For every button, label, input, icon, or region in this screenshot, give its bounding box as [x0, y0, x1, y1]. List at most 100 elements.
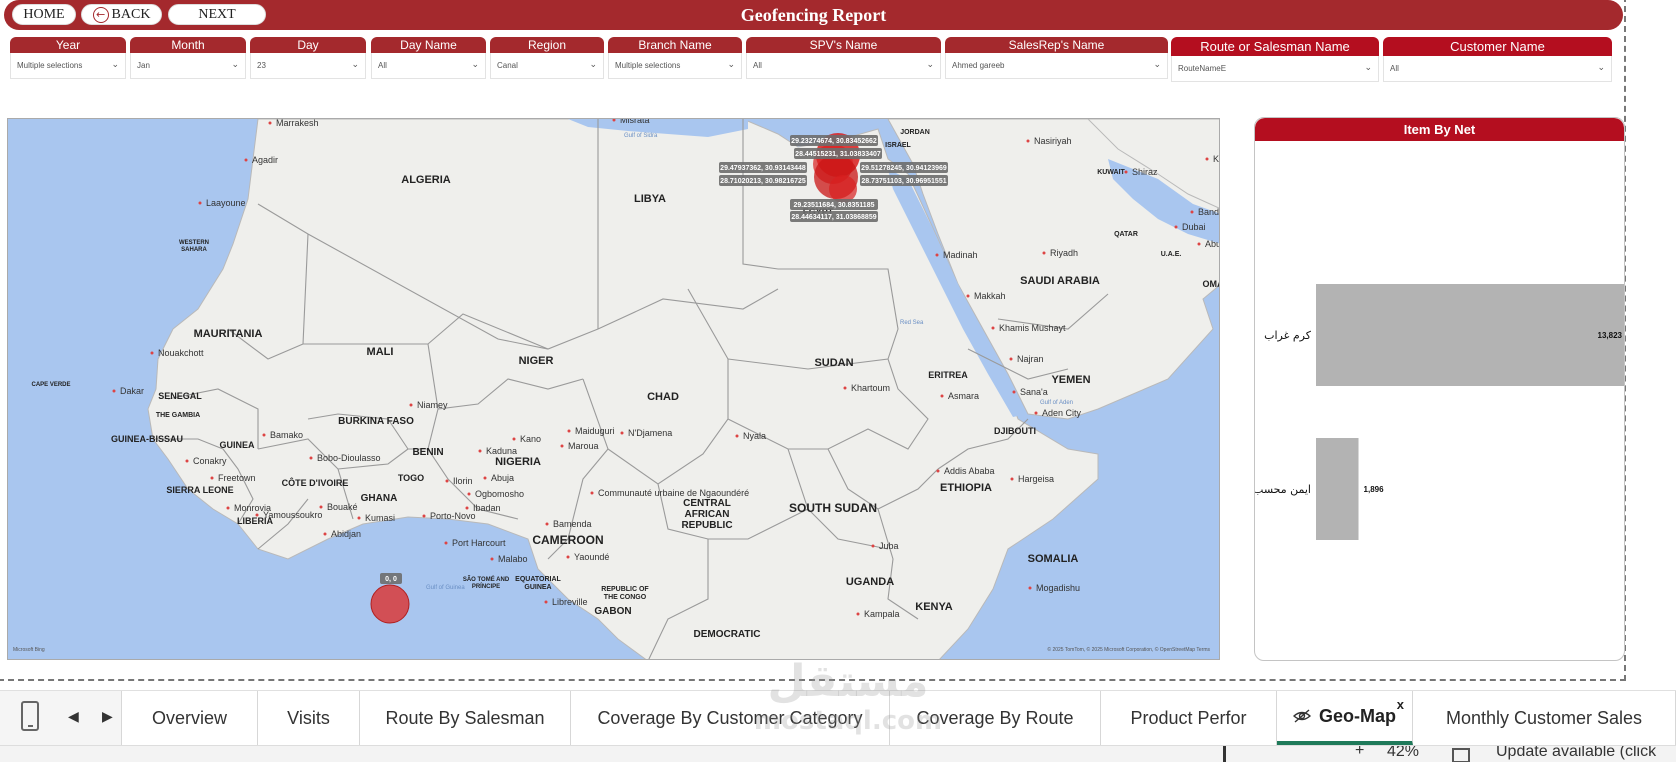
chevron-down-icon[interactable]: ⌄: [111, 59, 119, 70]
city-dot: [490, 557, 494, 561]
report-title: Geofencing Report: [740, 5, 887, 25]
slicer-customer-name[interactable]: Customer Name All ⌄: [1383, 37, 1612, 82]
slicer-salesrep-s-name[interactable]: SalesRep's Name Ahmed gareeb ⌄: [945, 37, 1168, 79]
city-dot: [1010, 477, 1014, 481]
item-by-net-chart[interactable]: Item By Net كرم غراب 13,823 ايمن محسب 1,896: [1254, 117, 1625, 661]
tab-label: Geo-Map: [1318, 705, 1396, 726]
slicer-dropdown[interactable]: Ahmed gareeb ⌄: [945, 53, 1168, 79]
bing-logo: Microsoft Bing: [13, 647, 45, 653]
tab-coverage-by-route[interactable]: Coverage By Route: [890, 691, 1101, 745]
city-label: Niamey: [417, 400, 448, 410]
city-dot: [444, 541, 448, 545]
city-dot: [966, 294, 970, 298]
slicer-dropdown[interactable]: 23 ⌄: [250, 53, 366, 79]
chevron-down-icon[interactable]: ⌄: [727, 59, 735, 70]
slicer-dropdown[interactable]: Multiple selections ⌄: [10, 53, 126, 79]
city-label: Kumasi: [365, 513, 395, 523]
tab-product-perfor[interactable]: Product Perfor: [1101, 691, 1277, 745]
zoom-in-icon[interactable]: +: [1355, 746, 1364, 760]
chevron-down-icon[interactable]: ⌄: [231, 59, 239, 70]
slicer-value: RouteNameE: [1178, 64, 1227, 73]
city-dot: [1190, 210, 1194, 214]
tab-visits[interactable]: Visits: [258, 691, 360, 745]
city-dot: [544, 600, 548, 604]
chevron-down-icon[interactable]: ⌄: [926, 59, 934, 70]
map-visual[interactable]: Red Sea Gulf of Aden Gulf of Guinea Gulf…: [7, 118, 1220, 660]
chevron-right-icon[interactable]: ▶: [102, 708, 113, 725]
slicer-dropdown[interactable]: Jan ⌄: [130, 53, 246, 79]
country-label: MAURITANIA: [194, 328, 263, 340]
bar[interactable]: [1316, 438, 1359, 540]
update-available-link[interactable]: Update available (click: [1496, 746, 1656, 761]
tab-monthly-customer-sales[interactable]: Monthly Customer Sales: [1413, 691, 1676, 745]
tab-coverage-by-customer-category[interactable]: Coverage By Customer Category: [571, 691, 890, 745]
city-dot: [843, 386, 847, 390]
city-dot: [467, 492, 471, 496]
close-icon[interactable]: x: [1397, 697, 1404, 712]
city-dot: [1026, 139, 1030, 143]
chevron-down-icon[interactable]: ⌄: [1364, 62, 1372, 73]
tab-label: Monthly Customer Sales: [1445, 707, 1643, 728]
slicer-dropdown[interactable]: All ⌄: [746, 53, 941, 79]
city-dot: [483, 476, 487, 480]
slicer-dropdown[interactable]: All ⌄: [371, 53, 486, 79]
city-dot: [991, 326, 995, 330]
country-label: YEMEN: [1051, 374, 1090, 386]
chevron-down-icon[interactable]: ⌄: [1153, 59, 1161, 70]
city-dot: [1174, 225, 1178, 229]
city-label: Ogbomosho: [475, 489, 524, 499]
tab-controls: ◀ ▶: [0, 691, 122, 745]
city-label: Communauté urbaine de Ngaoundéré: [598, 488, 749, 498]
location-marker-origin[interactable]: [370, 584, 410, 624]
slicer-month[interactable]: Month Jan ⌄: [130, 37, 246, 79]
slicer-value: All: [1390, 64, 1399, 73]
country-label: SENEGAL: [158, 391, 202, 401]
slicer-day-name[interactable]: Day Name All ⌄: [371, 37, 486, 79]
chevron-down-icon[interactable]: ⌄: [351, 59, 359, 70]
zoom-level[interactable]: 42%: [1387, 746, 1419, 761]
slicer-value: 23: [257, 61, 266, 70]
chevron-down-icon[interactable]: ⌄: [589, 59, 597, 70]
slicer-year[interactable]: Year Multiple selections ⌄: [10, 37, 126, 79]
slicer-route-or-salesman-name[interactable]: Route or Salesman Name RouteNameE ⌄: [1171, 37, 1379, 82]
tab-overview[interactable]: Overview: [122, 691, 258, 745]
slicer-day[interactable]: Day 23 ⌄: [250, 37, 366, 79]
city-label: Nyala: [743, 431, 766, 441]
country-label: GHANA: [361, 493, 398, 504]
tab-label: Overview: [151, 707, 227, 728]
tab-label: Visits: [287, 707, 330, 728]
country-label: SIERRA LEONE: [166, 485, 233, 495]
fit-to-page-icon[interactable]: [1452, 748, 1470, 762]
chevron-left-icon[interactable]: ◀: [68, 708, 79, 725]
marker-label: 28.44515231, 31.03833407: [795, 151, 881, 158]
slicer-spv-s-name[interactable]: SPV's Name All ⌄: [746, 37, 941, 79]
chevron-down-icon[interactable]: ⌄: [471, 59, 479, 70]
bar[interactable]: [1316, 284, 1625, 386]
slicer-label: Day: [250, 37, 366, 53]
city-dot: [323, 532, 327, 536]
map-attribution: © 2025 TomTom, © 2025 Microsoft Corporat…: [1047, 646, 1210, 653]
phone-icon[interactable]: [21, 701, 39, 731]
chevron-down-icon[interactable]: ⌄: [1597, 62, 1605, 73]
slicer-dropdown[interactable]: Multiple selections ⌄: [608, 53, 742, 79]
city-dot: [1034, 411, 1038, 415]
tab-route-by-salesman[interactable]: Route By Salesman: [360, 691, 571, 745]
country-label: GUINEA: [219, 440, 255, 450]
city-label: Bamenda: [553, 519, 592, 529]
tab-geo-map[interactable]: Geo-Map x: [1277, 691, 1413, 745]
slicer-value: All: [753, 61, 762, 70]
slicer-label: Year: [10, 37, 126, 53]
city-label: Yamoussoukro: [263, 510, 322, 520]
slicer-region[interactable]: Region Canal ⌄: [490, 37, 604, 79]
city-label: Madinah: [943, 250, 978, 260]
slicer-dropdown[interactable]: All ⌄: [1383, 56, 1612, 82]
city-dot: [545, 522, 549, 526]
slicer-dropdown[interactable]: RouteNameE ⌄: [1171, 56, 1379, 82]
city-label: N'Djamena: [628, 428, 672, 438]
chart-canvas: كرم غراب 13,823 ايمن محسب 1,896: [1255, 284, 1625, 540]
data-label: 13,823: [1598, 331, 1623, 340]
slicer-branch-name[interactable]: Branch Name Multiple selections ⌄: [608, 37, 742, 79]
slicer-dropdown[interactable]: Canal ⌄: [490, 53, 604, 79]
city-dot: [255, 513, 259, 517]
map-canvas[interactable]: Red Sea Gulf of Aden Gulf of Guinea Gulf…: [8, 119, 1220, 660]
